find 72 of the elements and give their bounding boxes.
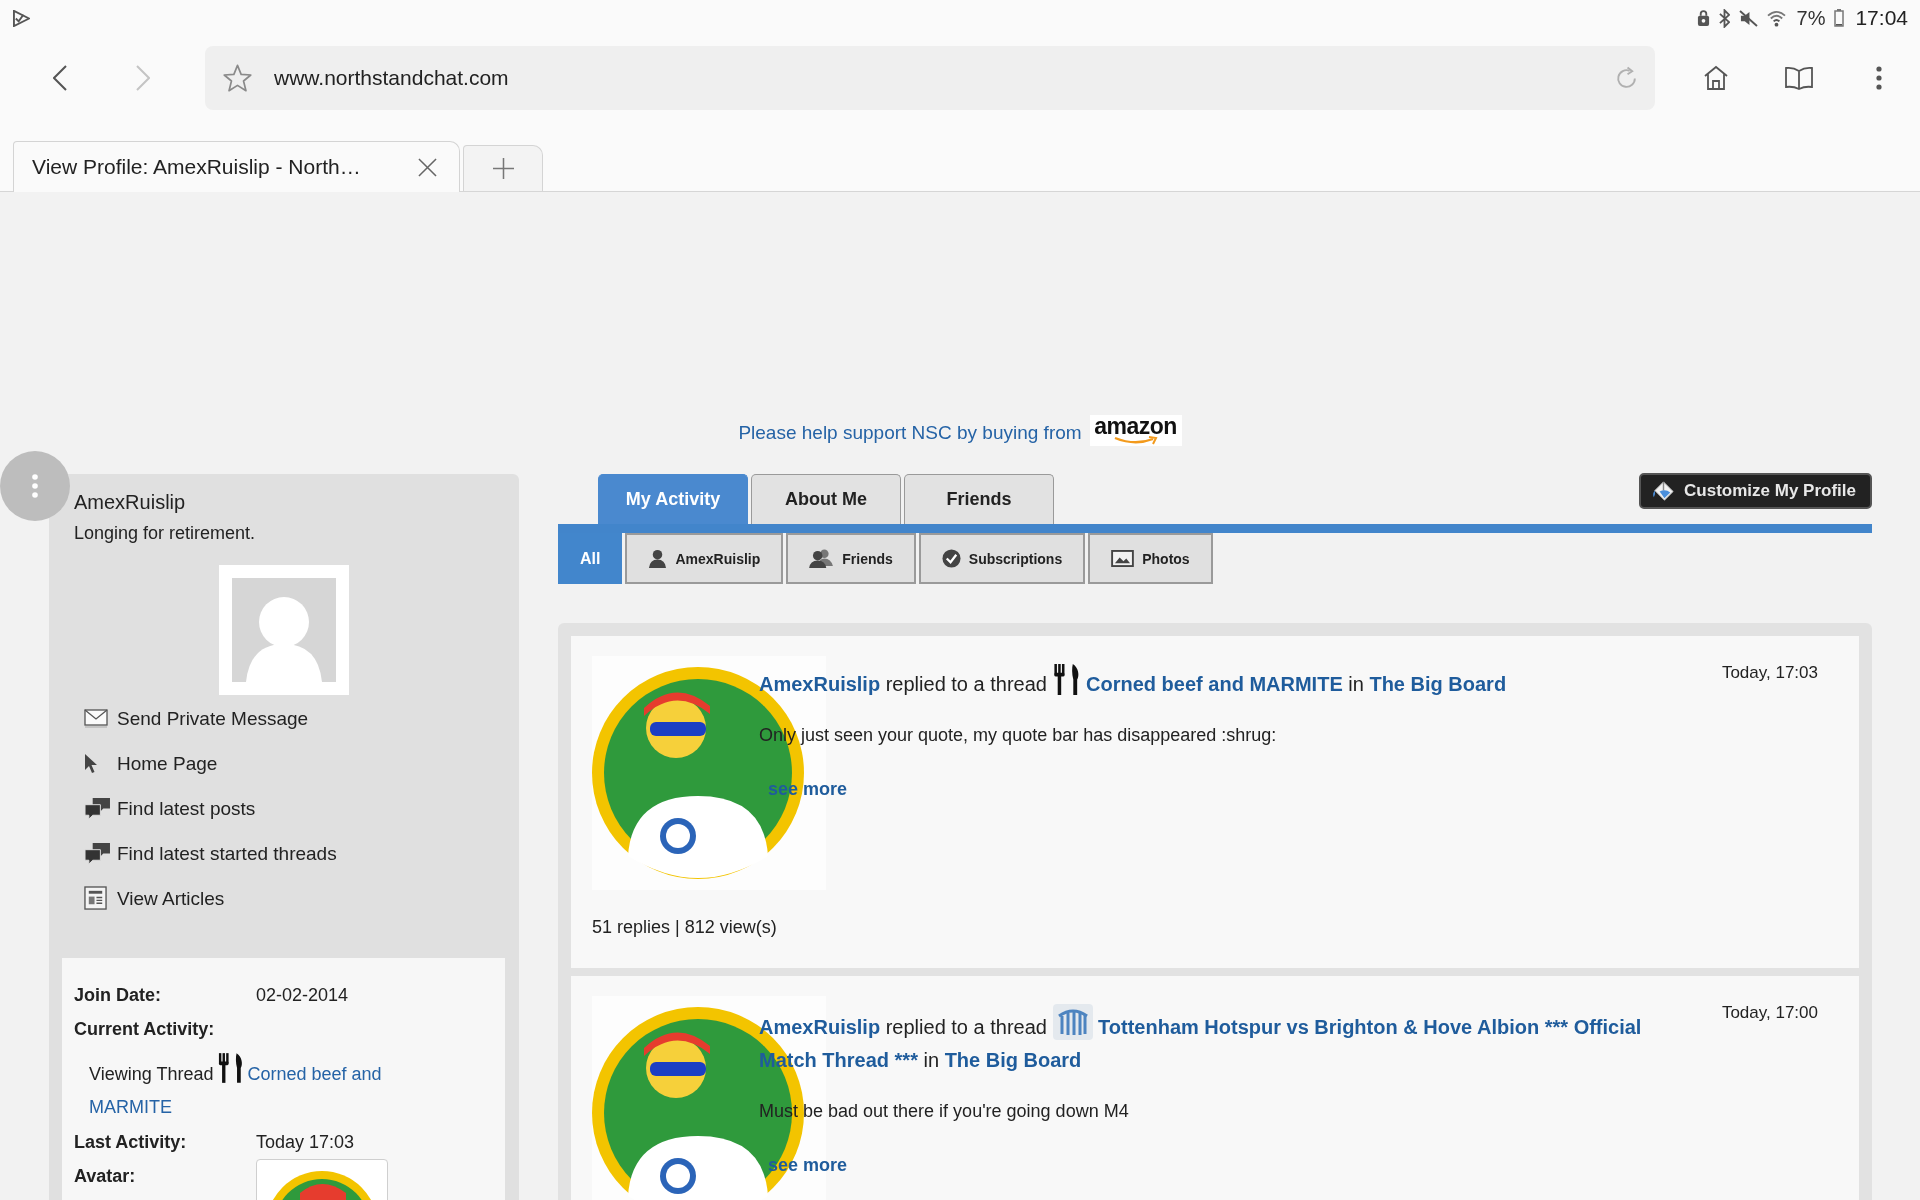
people-icon: [809, 549, 835, 568]
field-label: Current Activity:: [74, 1018, 216, 1041]
thread-link[interactable]: Corned beef and MARMITE: [1086, 673, 1343, 695]
user-link[interactable]: AmexRuislip: [759, 1016, 881, 1038]
customize-profile-button[interactable]: Customize My Profile: [1639, 473, 1872, 509]
profile-link[interactable]: Send Private Message: [117, 707, 309, 730]
filter-tab[interactable]: Photos: [1088, 533, 1213, 584]
user-link[interactable]: AmexRuislip: [759, 673, 881, 695]
activity-heading: AmexRuislip replied to a thread Corned beef and MARMITE in The Big Board: [759, 664, 1702, 701]
clock-time: 17:04: [1855, 6, 1908, 30]
lock-icon: [1696, 9, 1710, 27]
field-label: Last Activity:: [74, 1131, 188, 1154]
book-icon[interactable]: [1784, 66, 1814, 90]
thread-link[interactable]: Match Thread ***: [759, 1049, 918, 1071]
photo-icon: [1111, 550, 1135, 567]
profile-tab[interactable]: Friends: [904, 474, 1054, 524]
thread-link[interactable]: MARMITE: [89, 1097, 172, 1117]
menu-icon: [32, 474, 38, 498]
wifi-icon: [1766, 9, 1786, 27]
see-more-link[interactable]: see more: [768, 1154, 848, 1176]
filter-tab[interactable]: Subscriptions: [918, 533, 1086, 584]
user-status: Longing for retirement.: [74, 522, 257, 545]
home-icon[interactable]: [1703, 65, 1729, 91]
profile-link[interactable]: Find latest posts: [117, 797, 256, 820]
field-value: 02-02-2014: [256, 984, 349, 1007]
check-circle-icon: [941, 549, 961, 568]
shop-logo[interactable]: amazon: [1089, 415, 1182, 446]
battery-icon: [1834, 9, 1845, 27]
envelope-icon: [84, 709, 108, 728]
thread-link[interactable]: Tottenham Hotspur vs Brighton & Hove Albion *** Official: [1098, 1016, 1642, 1038]
address-field[interactable]: www.northstandchat.com: [205, 46, 1655, 110]
plus-icon[interactable]: [492, 158, 514, 179]
chevron-left-icon[interactable]: [53, 65, 67, 91]
field-label: Join Date:: [74, 984, 162, 1007]
profile-link[interactable]: View Articles: [117, 887, 225, 910]
cutlery-icon: [1052, 664, 1081, 695]
menu-icon[interactable]: [1876, 66, 1882, 90]
bluetooth-icon: [1718, 8, 1730, 28]
cutlery-icon: [218, 1053, 245, 1083]
profile-tab[interactable]: About Me: [751, 474, 901, 524]
star-icon[interactable]: [223, 64, 252, 92]
thread-link[interactable]: Corned beef and: [247, 1064, 382, 1084]
battery-percent: 7%: [1796, 6, 1826, 30]
profile-tab[interactable]: My Activity: [598, 474, 748, 524]
stadium-icon: [1052, 1004, 1093, 1040]
activity-time: Today, 17:00: [1720, 1002, 1818, 1024]
chat-bubbles-icon: [84, 796, 111, 821]
flag-icon: [13, 9, 30, 27]
smile-arrow-icon: [1112, 436, 1159, 445]
paint-bucket-icon: [1651, 478, 1677, 504]
filter-tab[interactable]: All: [558, 533, 623, 584]
forum-link[interactable]: The Big Board: [944, 1049, 1082, 1071]
activity-text: Viewing Thread Corned beef and MARMITE: [89, 1053, 493, 1124]
support-link[interactable]: Please help support NSC by buying from: [738, 421, 1082, 445]
profile-link[interactable]: Find latest started threads: [117, 842, 337, 865]
close-icon[interactable]: [418, 157, 437, 177]
filter-tab[interactable]: AmexRuislip: [625, 533, 784, 584]
document-icon: [84, 886, 107, 911]
forum-link[interactable]: The Big Board: [1369, 673, 1507, 695]
thread-stats: 51 replies | 812 view(s): [592, 916, 778, 938]
activity-heading: AmexRuislip replied to a thread Tottenham Hotspur vs Brighton & Hove Albion *** Official Match Thread *** in The Big Board: [759, 1004, 1702, 1077]
browser-tab[interactable]: View Profile: AmexRuislip - North…: [13, 141, 460, 192]
profile-link[interactable]: Home Page: [117, 752, 218, 775]
field-label: Avatar:: [74, 1165, 137, 1188]
username: AmexRuislip: [74, 490, 187, 515]
chat-bubbles-icon: [84, 841, 111, 866]
activity-time: Today, 17:03: [1720, 662, 1818, 684]
mute-icon: [1738, 9, 1758, 27]
person-icon: [648, 549, 668, 568]
filter-tab[interactable]: Friends: [786, 533, 916, 584]
field-value: Today 17:03: [256, 1131, 355, 1154]
cursor-icon: [84, 752, 98, 775]
